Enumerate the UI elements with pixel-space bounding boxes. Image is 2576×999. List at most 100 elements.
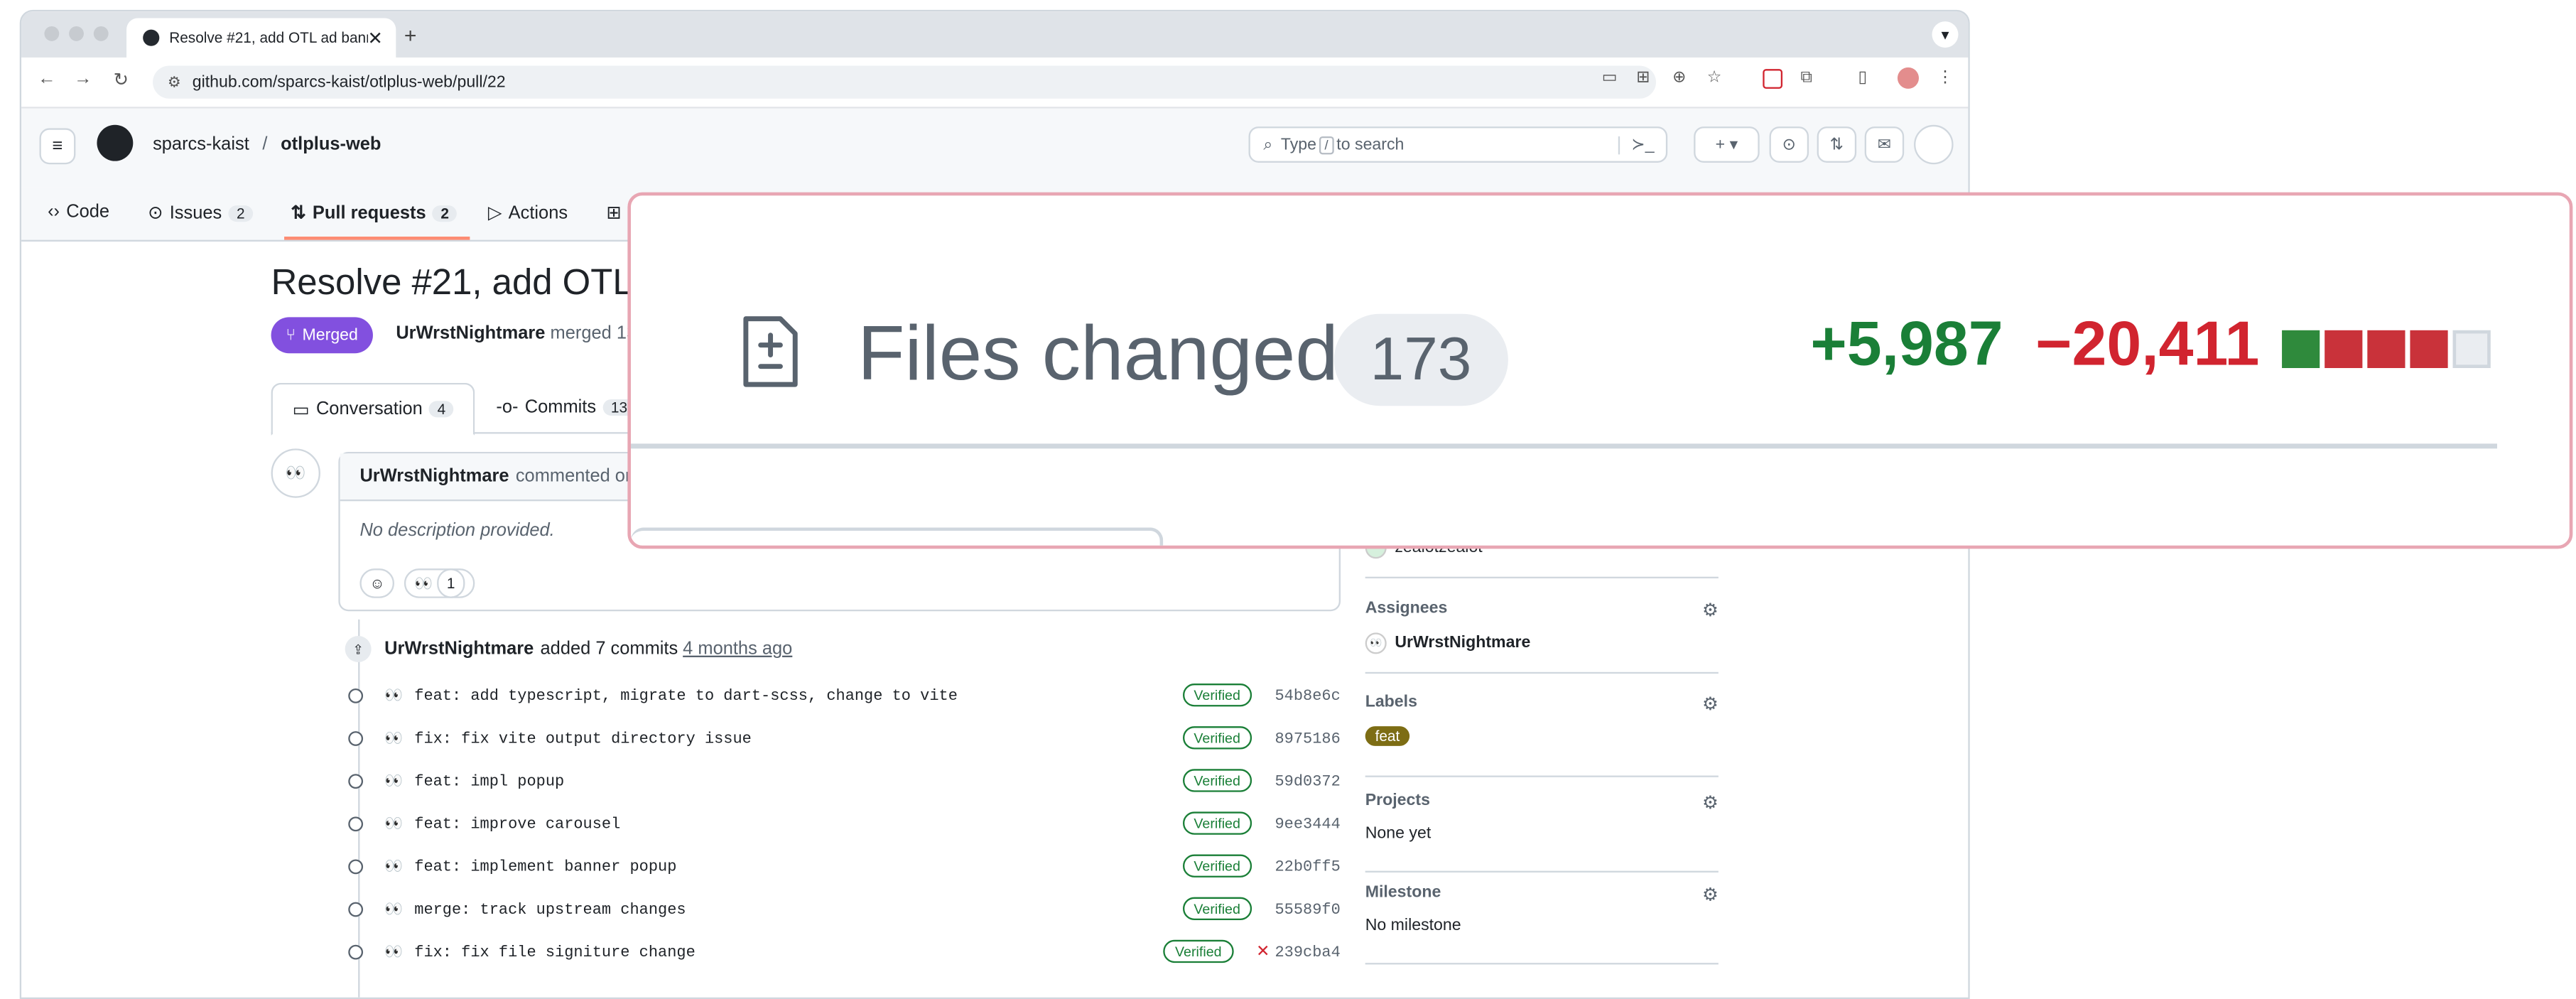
new-tab-button[interactable]: +: [404, 23, 417, 48]
table-icon: ⊞: [606, 203, 622, 224]
gear-icon[interactable]: ⚙: [1702, 792, 1719, 814]
sidebar-projects: Projects ⚙ None yet: [1365, 792, 1719, 873]
chevron-down-icon[interactable]: ▼: [1932, 21, 1959, 48]
commit-author-avatar[interactable]: 👀: [384, 900, 403, 917]
commit-sha-link[interactable]: 54b8e6c: [1275, 686, 1341, 703]
profile-avatar[interactable]: [1897, 67, 1919, 89]
additions-count: +5,987: [1810, 310, 2003, 380]
create-new-button[interactable]: + ▾: [1694, 126, 1760, 163]
commit-dot-icon: [348, 901, 364, 917]
commit-message-link[interactable]: feat: implement banner popup: [414, 857, 1182, 875]
tab-pull-requests[interactable]: ⇅ Pull requests 2: [291, 202, 458, 224]
commit-message-link[interactable]: fix: fix vite output directory issue: [414, 729, 1182, 747]
search-input[interactable]: ⌕ Type / to search ≻_: [1248, 126, 1668, 163]
verified-badge[interactable]: Verified: [1182, 726, 1252, 750]
comment-author-link[interactable]: UrWrstNightmare: [359, 467, 509, 487]
extensions-puzzle-icon[interactable]: ⧉: [1801, 69, 1813, 87]
commit-message-link[interactable]: merge: track upstream changes: [414, 900, 1182, 917]
commit-author-avatar[interactable]: 👀: [384, 814, 403, 832]
commit-message-link[interactable]: feat: impl popup: [414, 772, 1182, 789]
github-header: ≡ sparcs-kaist / otlplus-web ⌕ Type / to…: [21, 108, 1969, 188]
repo-name-link[interactable]: otlplus-web: [281, 135, 381, 155]
tab-actions[interactable]: ▷ Actions: [487, 202, 568, 224]
sidebar-assignees: Assignees ⚙ 👀 UrWrstNightmare: [1365, 600, 1719, 674]
close-window-button[interactable]: [44, 26, 60, 41]
check-failed-icon[interactable]: ✕: [1256, 942, 1270, 960]
address-bar[interactable]: ⚙ github.com/sparcs-kaist/otlplus-web/pu…: [153, 65, 1656, 99]
files-changed-label[interactable]: Files changed: [857, 307, 1338, 397]
commit-message-link[interactable]: feat: add typescript, migrate to dart-sc…: [414, 686, 1182, 703]
commit-sha-link[interactable]: 22b0ff5: [1275, 857, 1341, 875]
verified-badge[interactable]: Verified: [1182, 769, 1252, 792]
cast-icon[interactable]: ▭: [1602, 69, 1618, 87]
reload-icon[interactable]: ↻: [114, 69, 129, 90]
tab-projects[interactable]: ⊞: [606, 202, 622, 224]
commit-sha-link[interactable]: 55589f0: [1275, 900, 1341, 917]
commit-message-link[interactable]: feat: improve carousel: [414, 814, 1182, 832]
tab-commits[interactable]: -o- Commits 13: [496, 383, 636, 432]
inbox-icon[interactable]: ✉: [1864, 126, 1905, 163]
browser-menu-icon[interactable]: ⋮: [1937, 69, 1953, 87]
commit-sha-link[interactable]: 9ee3444: [1275, 814, 1341, 832]
breadcrumb-separator: /: [262, 134, 268, 155]
tab-code[interactable]: ‹› Code: [48, 202, 109, 222]
commit-group-time[interactable]: 4 months ago: [683, 639, 792, 659]
eyes-reaction-button[interactable]: 👀 1: [404, 568, 475, 598]
gear-icon[interactable]: ⚙: [1702, 884, 1719, 905]
verified-badge[interactable]: Verified: [1182, 897, 1252, 920]
search-icon: ⌕: [1263, 135, 1273, 154]
user-avatar[interactable]: [1914, 124, 1954, 165]
issues-icon[interactable]: ⊙: [1769, 126, 1809, 163]
label-chip[interactable]: feat: [1365, 726, 1410, 746]
merge-author-link[interactable]: UrWrstNightmare: [396, 324, 545, 344]
verified-badge[interactable]: Verified: [1163, 939, 1233, 963]
record-extension-icon[interactable]: [1763, 69, 1783, 89]
tab-conversation[interactable]: ▭ Conversation 4: [271, 382, 475, 436]
commit-row: 👀 feat: improve carousel Verified 9ee344…: [348, 809, 1341, 838]
maximize-window-button[interactable]: [93, 26, 109, 41]
repo-breadcrumb: sparcs-kaist / otlplus-web: [153, 135, 381, 155]
tab-label: Code: [66, 202, 110, 222]
commit-author-avatar[interactable]: 👀: [384, 729, 403, 747]
verified-badge[interactable]: Verified: [1182, 854, 1252, 878]
commit-sha-link[interactable]: 59d0372: [1275, 772, 1341, 789]
sidebar-labels: Labels ⚙ feat: [1365, 693, 1719, 777]
side-panel-icon[interactable]: ▯: [1858, 69, 1867, 87]
hamburger-menu-icon[interactable]: ≡: [39, 128, 76, 165]
bookmark-star-icon[interactable]: ☆: [1707, 69, 1722, 87]
comment-author-avatar[interactable]: 👀: [271, 448, 320, 498]
verified-badge[interactable]: Verified: [1182, 811, 1252, 835]
github-logo-icon[interactable]: [97, 124, 134, 161]
search-placeholder-prefix: Type: [1280, 135, 1316, 154]
tab-close-icon[interactable]: ✕: [367, 27, 382, 48]
browser-tab[interactable]: Resolve #21, add OTL ad banner ✕: [126, 18, 396, 58]
commit-author-avatar[interactable]: 👀: [384, 686, 403, 703]
gear-icon[interactable]: ⚙: [1702, 693, 1719, 715]
repo-owner-link[interactable]: sparcs-kaist: [153, 135, 249, 155]
commit-dot-icon: [348, 773, 364, 788]
tab-issues[interactable]: ⊙ Issues 2: [148, 202, 254, 224]
commit-sha-link[interactable]: 8975186: [1275, 729, 1341, 747]
pull-requests-icon[interactable]: ⇅: [1817, 126, 1857, 163]
back-arrow-icon[interactable]: ←: [38, 69, 55, 89]
commit-author-avatar[interactable]: 👀: [384, 942, 403, 960]
search-placeholder-suffix: to search: [1336, 135, 1405, 154]
forward-arrow-icon[interactable]: →: [74, 69, 92, 89]
zoom-icon[interactable]: ⊕: [1672, 69, 1686, 87]
window-controls: [44, 26, 109, 41]
verified-badge[interactable]: Verified: [1182, 684, 1252, 707]
commit-author-avatar[interactable]: 👀: [384, 772, 403, 789]
minimize-window-button[interactable]: [69, 26, 84, 41]
translate-icon[interactable]: ⊞: [1636, 69, 1650, 87]
commit-sha-link[interactable]: 239cba4: [1275, 942, 1341, 960]
play-icon: ▷: [487, 203, 502, 224]
commit-message-link[interactable]: fix: fix file signiture change: [414, 942, 1164, 960]
merged-label: Merged: [302, 326, 358, 345]
commit-author-avatar[interactable]: 👀: [384, 857, 403, 875]
commit-group-author[interactable]: UrWrstNightmare: [384, 639, 534, 659]
add-reaction-smiley-icon[interactable]: ☺: [359, 568, 395, 598]
gear-icon[interactable]: ⚙: [1702, 600, 1719, 621]
assignee-item[interactable]: 👀 UrWrstNightmare: [1365, 632, 1719, 654]
site-settings-icon[interactable]: ⚙: [168, 73, 181, 91]
command-palette-icon[interactable]: ≻_: [1618, 135, 1655, 154]
